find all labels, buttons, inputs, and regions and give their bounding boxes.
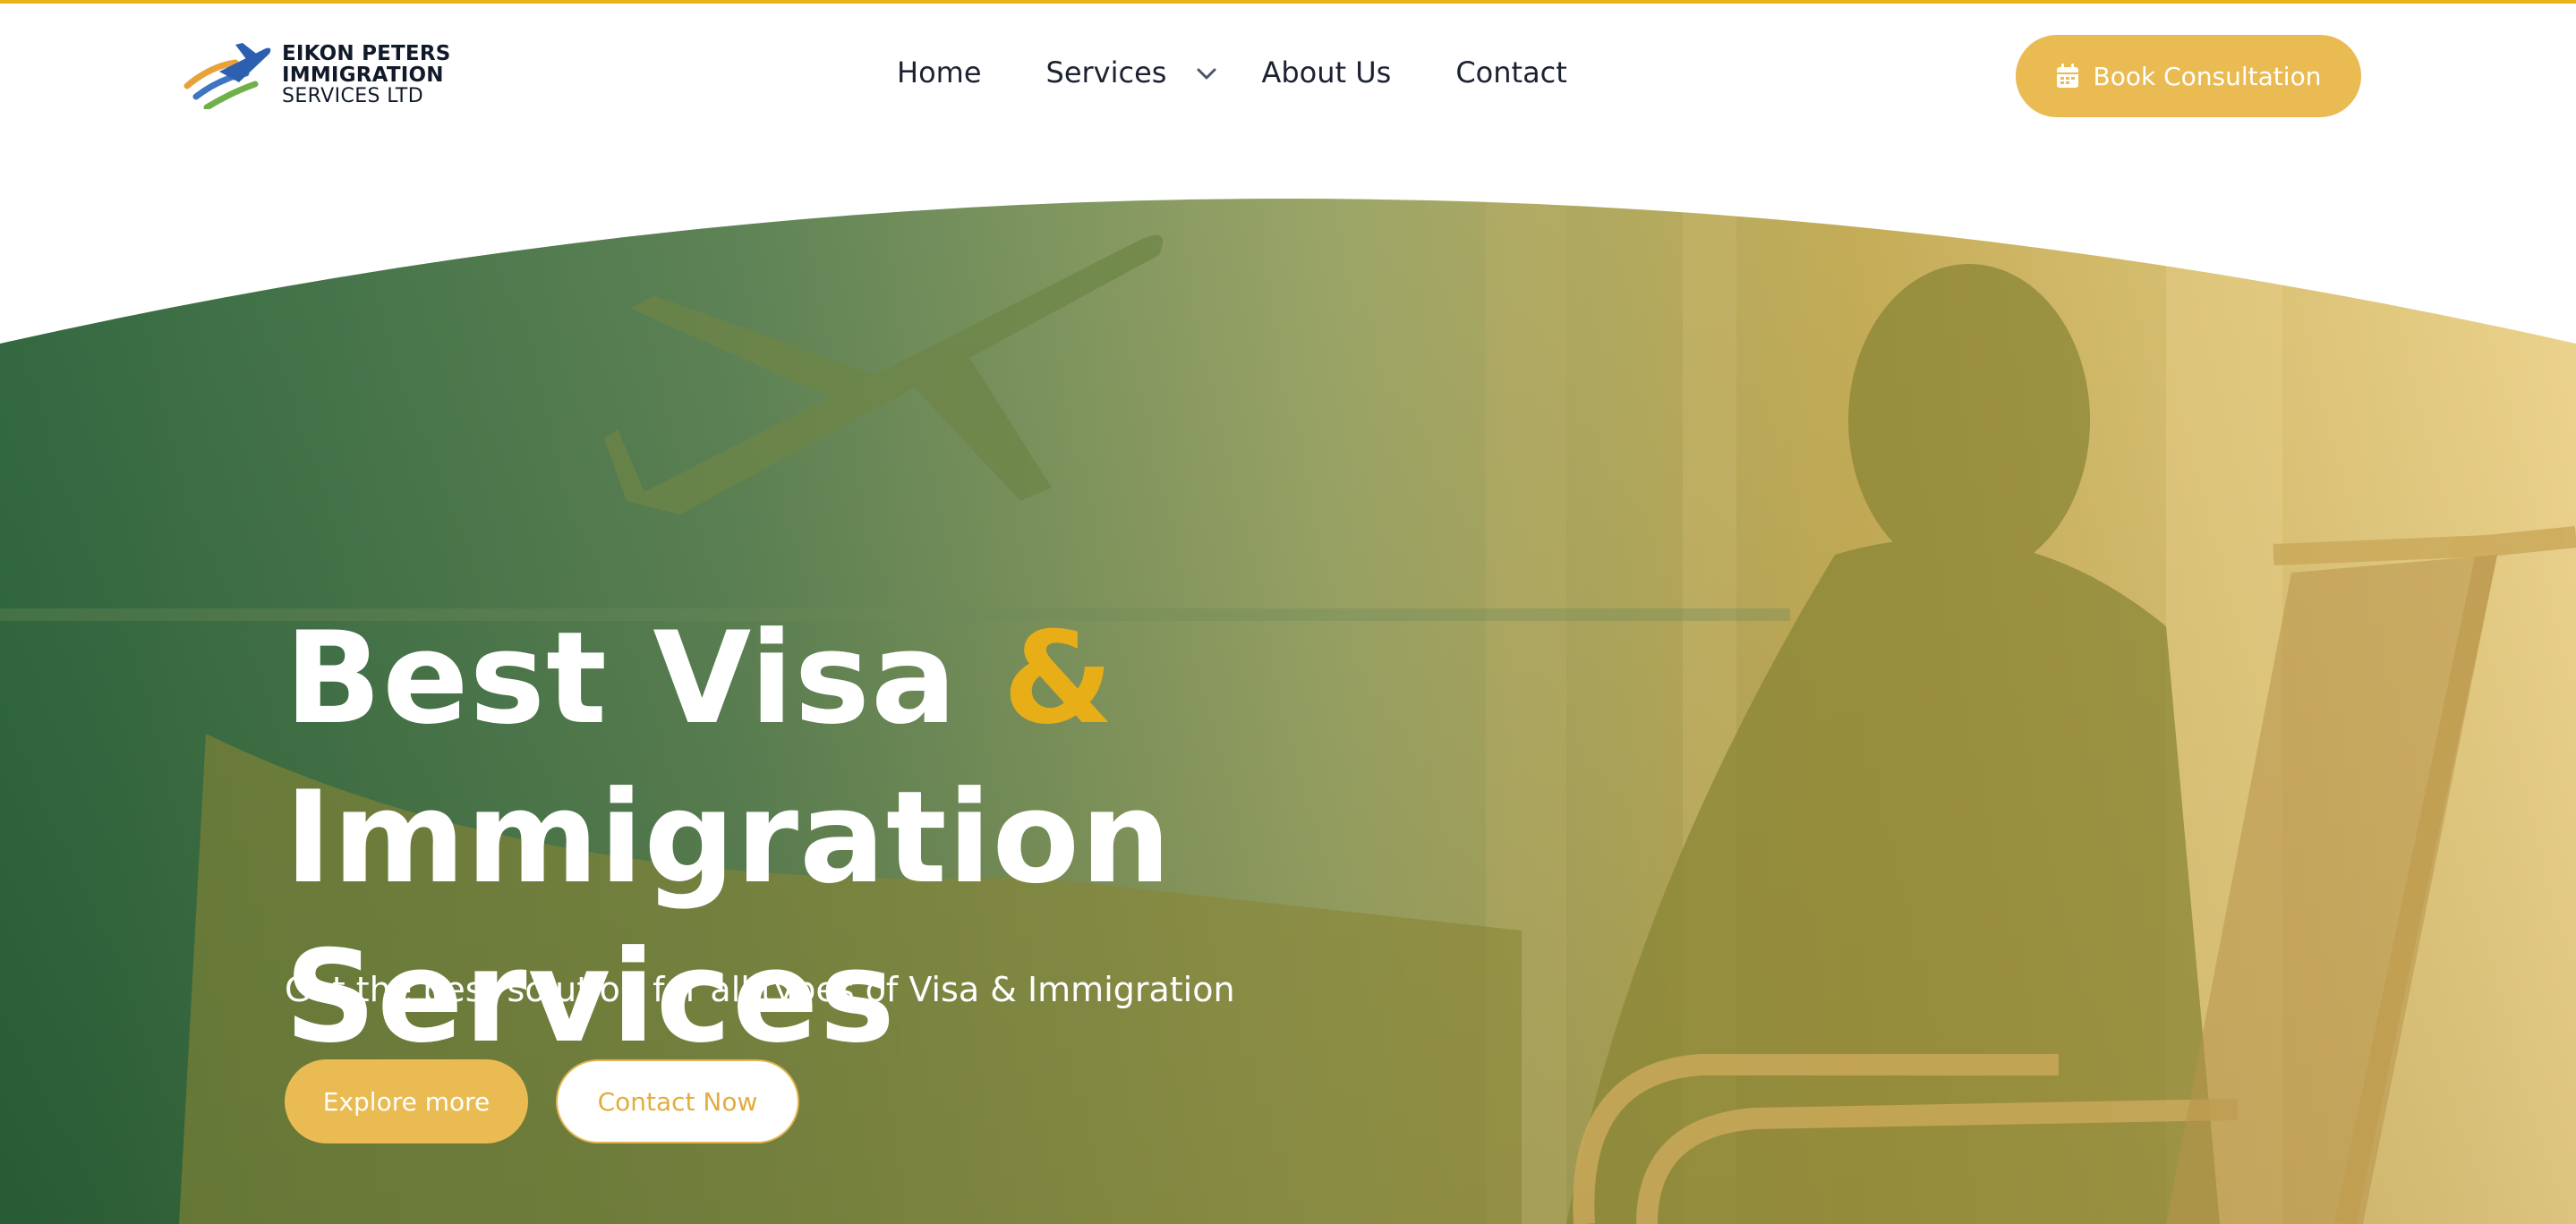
hero-title-part2: Immigration	[285, 764, 1173, 912]
nav-contact[interactable]: Contact	[1455, 55, 1567, 89]
nav-home[interactable]: Home	[897, 55, 982, 89]
brand-name-line1: EIKON PETERS	[282, 42, 451, 65]
hero-title-ampersand: &	[1002, 605, 1115, 752]
book-consultation-label: Book Consultation	[2093, 61, 2322, 91]
site-header: EIKON PETERS IMMIGRATION SERVICES LTD Ho…	[0, 4, 2576, 147]
nav-about-us[interactable]: About Us	[1261, 55, 1391, 89]
nav-services[interactable]: Services	[1046, 55, 1217, 89]
nav-services-label[interactable]: Services	[1046, 55, 1167, 89]
brand-logo[interactable]: EIKON PETERS IMMIGRATION SERVICES LTD	[183, 41, 451, 109]
brand-name-line3: SERVICES LTD	[282, 85, 424, 107]
hero-title-part1: Best Visa	[285, 605, 1003, 752]
main-nav: Home Services About Us Contact	[897, 55, 1567, 89]
book-consultation-button[interactable]: Book Consultation	[2016, 35, 2361, 117]
airplane-swoosh-logo-icon	[183, 43, 271, 109]
brand-name-line2: IMMIGRATION	[282, 64, 444, 87]
hero-subtitle: Get the best solution for all types of V…	[285, 970, 1235, 1009]
hero-section: Best Visa & Immigration Services Get the…	[0, 0, 2576, 1224]
chevron-down-icon[interactable]	[1197, 68, 1216, 81]
explore-more-button[interactable]: Explore more	[285, 1059, 528, 1143]
contact-now-button[interactable]: Contact Now	[556, 1059, 799, 1143]
calendar-icon	[2056, 64, 2078, 88]
